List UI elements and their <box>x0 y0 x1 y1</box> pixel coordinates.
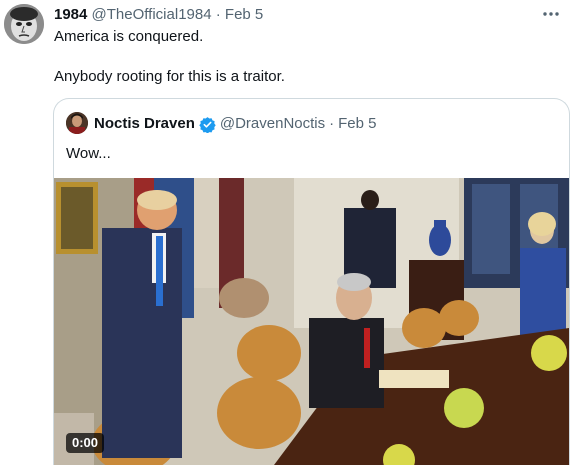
tweet-text-line-2: Anybody rooting for this is a traitor. <box>54 68 285 85</box>
tweet-text-line-1: America is conquered. <box>54 28 204 45</box>
more-options-button[interactable] <box>538 4 564 24</box>
header-separator: · <box>215 6 221 23</box>
video-frame-image <box>54 178 569 465</box>
quoted-header-separator: · <box>329 115 335 132</box>
face-sketch-icon <box>4 4 44 44</box>
quoted-tweet-card[interactable]: Noctis Draven @DravenNoctis · Feb 5 Wow.… <box>53 98 570 465</box>
quoted-tweet-text: Wow... <box>66 145 111 162</box>
quoted-handle[interactable]: @DravenNoctis <box>220 115 325 133</box>
more-horizontal-icon <box>543 12 559 16</box>
portrait-icon <box>66 112 88 134</box>
quoted-display-name[interactable]: Noctis Draven <box>94 115 195 133</box>
author-handle[interactable]: @TheOfficial1984 <box>92 6 212 23</box>
author-display-name[interactable]: 1984 <box>54 6 87 23</box>
quoted-date[interactable]: Feb 5 <box>338 115 376 133</box>
quoted-tweet-header: Noctis Draven @DravenNoctis · Feb 5 <box>94 115 377 133</box>
video-duration-badge: 0:00 <box>66 433 105 453</box>
quoted-author-avatar[interactable] <box>66 112 88 134</box>
author-avatar[interactable] <box>4 4 44 44</box>
verified-badge-icon <box>199 116 216 133</box>
tweet-date[interactable]: Feb 5 <box>225 6 263 23</box>
tweet-header: 1984 @TheOfficial1984 · Feb 5 <box>54 6 263 24</box>
video-player[interactable]: 0:00 <box>54 178 569 465</box>
